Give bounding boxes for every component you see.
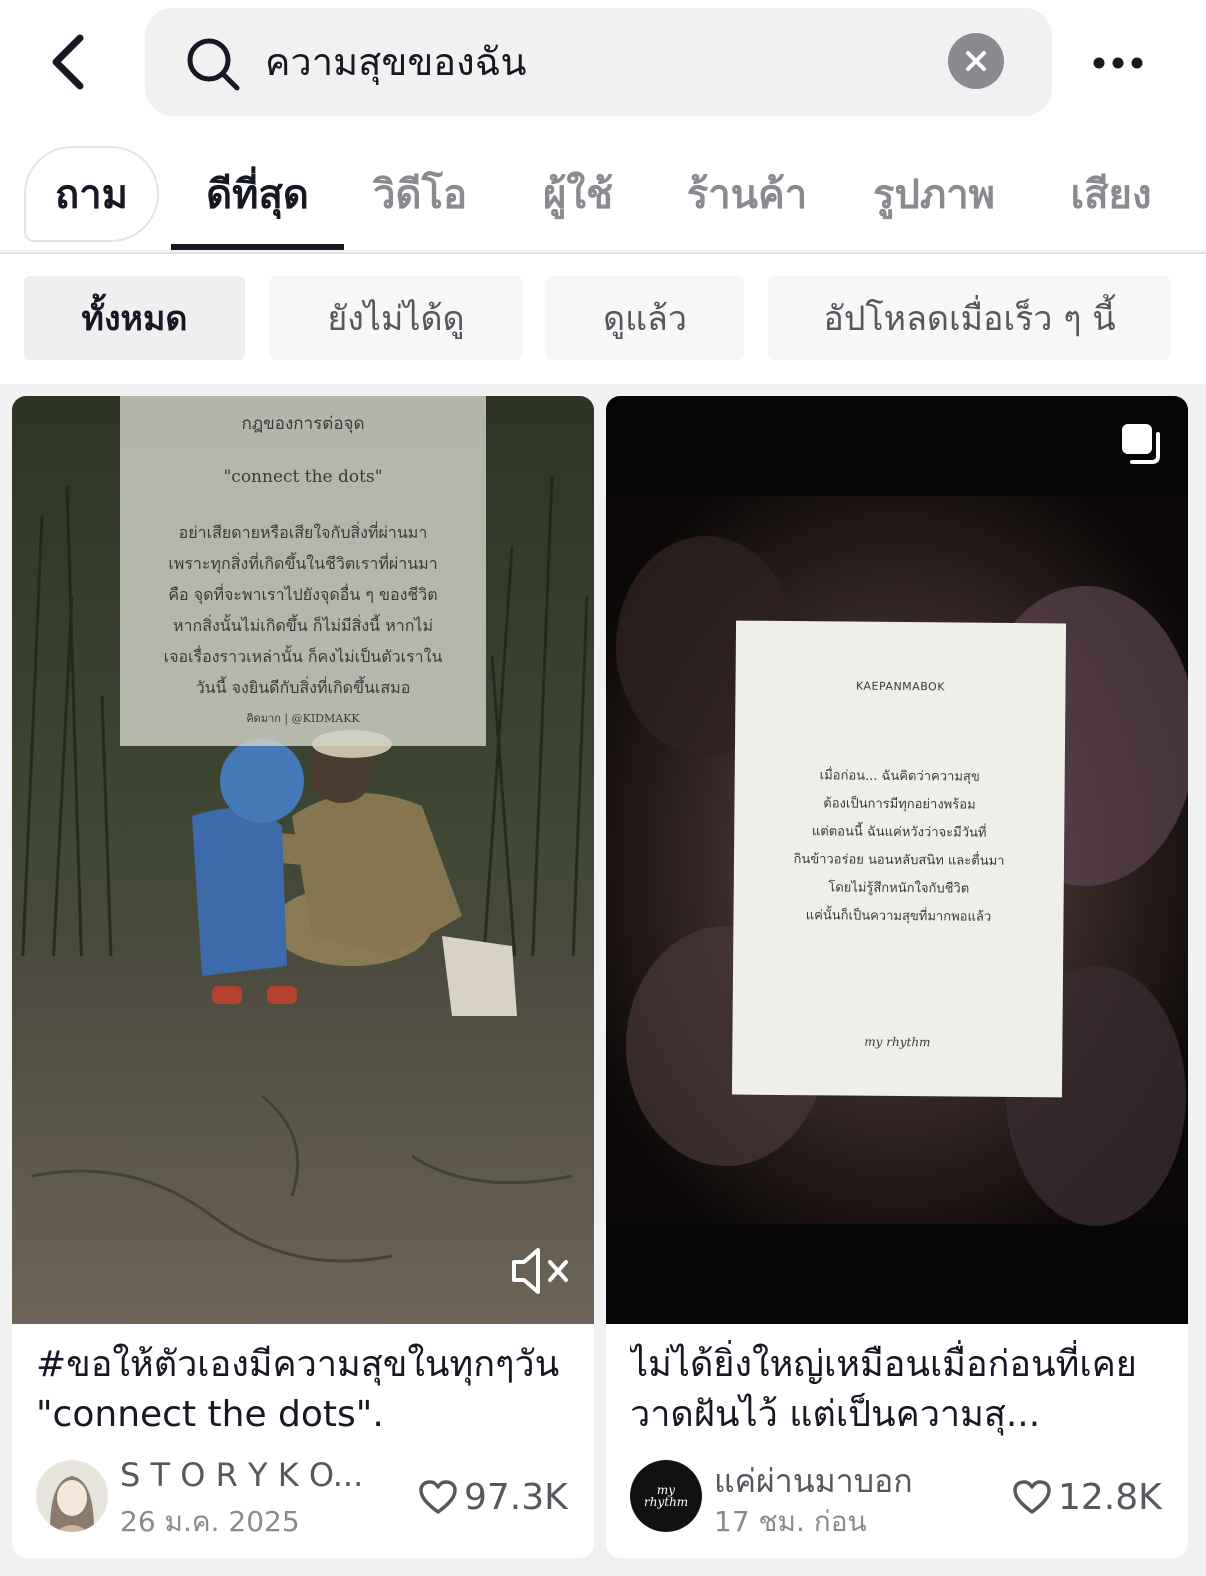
clear-search-button[interactable] <box>948 33 1004 89</box>
overlay-line: ต้องเป็นการมีทุกอย่างพร้อม <box>823 796 976 813</box>
overlay-heading: กฎของการต่อจุด <box>241 414 365 434</box>
overlay-credit: คิดมาก | @KIDMAKK <box>246 712 360 725</box>
photo-caption[interactable]: ไม่ได้ยิ่งใหญ่เหมือนเมื่อก่อนที่เคยวาดฝั… <box>630 1340 1170 1446</box>
like-count[interactable]: 97.3K <box>418 1474 568 1520</box>
tab-shop[interactable]: ร้านค้า <box>672 140 822 250</box>
filter-bar: ทั้งหมด ยังไม่ได้ดู ดูแล้ว อัปโหลดเมื่อเ… <box>0 254 1206 384</box>
overlay-line: โดยไม่รู้สึกหนักใจกับชีวิต <box>828 880 970 897</box>
photo-card[interactable]: KAEPANMABOK เมื่อก่อน... ฉันคิดว่าความสุ… <box>606 396 1188 1558</box>
video-caption[interactable]: #ขอให้ตัวเองมีความสุขในทุกๆวัน "connect … <box>36 1340 576 1446</box>
tab-ask[interactable]: ถาม <box>24 146 159 242</box>
photo-carousel-icon <box>1122 424 1160 464</box>
chevron-left-icon <box>52 34 84 90</box>
heart-icon <box>419 1480 457 1514</box>
search-input[interactable]: ความสุขของฉัน <box>265 34 527 90</box>
overlay-line: กินข้าวอร่อย นอนหลับสนิท และตื่นมา <box>793 852 1005 869</box>
overlay-line: คือ จุดที่จะพาเราไปยังจุดอื่น ๆ ของชีวิต <box>168 585 438 604</box>
tab-users[interactable]: ผู้ใช้ <box>526 140 630 250</box>
overlay-line: เพราะทุกสิ่งที่เกิดขึ้นในชีวิตเราที่ผ่าน… <box>168 554 438 573</box>
like-count[interactable]: 12.8K <box>1012 1474 1162 1520</box>
video-card[interactable]: กฎของการต่อจุด "connect the dots" อย่าเส… <box>12 396 594 1558</box>
back-button[interactable] <box>40 28 96 96</box>
filter-all[interactable]: ทั้งหมด <box>24 276 245 360</box>
video-thumbnail[interactable]: กฎของการต่อจุด "connect the dots" อย่าเส… <box>12 396 594 1324</box>
author-name[interactable]: แค่ผ่านมาบอก <box>714 1456 976 1498</box>
photo-thumbnail[interactable]: KAEPANMABOK เมื่อก่อน... ฉันคิดว่าความสุ… <box>606 396 1188 1324</box>
tab-sounds[interactable]: เสียง <box>1056 140 1166 250</box>
note-paper-overlay: KAEPANMABOK เมื่อก่อน... ฉันคิดว่าความสุ… <box>731 620 1067 1098</box>
more-options-button[interactable] <box>1088 38 1148 88</box>
tab-photos[interactable]: รูปภาพ <box>856 140 1012 250</box>
filter-recently-uploaded[interactable]: อัปโหลดเมื่อเร็ว ๆ นี้ <box>768 276 1171 360</box>
top-bar: ความสุขของฉัน ถาม ดีที่สุด วิดีโอ ผู้ใช้… <box>0 0 1206 254</box>
search-bar[interactable]: ความสุขของฉัน <box>145 8 1052 116</box>
avatar[interactable] <box>36 1460 108 1532</box>
overlay-subheading: "connect the dots" <box>223 467 383 487</box>
heart-icon <box>1013 1480 1051 1514</box>
like-count-value: 12.8K <box>1058 1476 1162 1518</box>
speaker-muted-icon <box>512 1248 568 1294</box>
overlay-line: เจอเรื่องราวเหล่านั้น ก็คงไม่เป็นตัวเราใ… <box>163 647 443 666</box>
avatar-logo-text: my rhythm <box>644 1483 689 1509</box>
overlay-signature: my rhythm <box>864 1034 931 1050</box>
author-name[interactable]: S T O R Y K O... <box>120 1456 382 1498</box>
overlay-line: เมื่อก่อน... ฉันคิดว่าความสุข <box>819 768 980 785</box>
search-icon <box>187 38 240 91</box>
like-count-value: 97.3K <box>464 1476 568 1518</box>
close-icon <box>966 51 986 71</box>
post-date: 17 ชม. ก่อน <box>714 1505 867 1538</box>
overlay-line: หากสิ่งนั้นไม่เกิดขึ้น ก็ไม่มีสิ่งนี้ หา… <box>172 616 433 635</box>
more-dots-icon <box>1093 57 1143 69</box>
filter-watched[interactable]: ดูแล้ว <box>546 276 744 360</box>
overlay-line: แค่นั้นก็เป็นความสุขที่มากพอแล้ว <box>805 908 992 925</box>
active-tab-indicator <box>171 244 344 250</box>
filter-unwatched[interactable]: ยังไม่ได้ดู <box>269 276 523 360</box>
mute-button[interactable] <box>510 1244 574 1298</box>
carousel-indicator <box>1118 420 1166 468</box>
overlay-line: แต่ตอนนี้ ฉันแค่หวังว่าจะมีวันที่ <box>811 824 987 841</box>
avatar-illustration-image <box>36 1460 108 1532</box>
overlay-line: อย่าเสียดายหรือเสียใจกับสิ่งที่ผ่านมา <box>178 523 428 542</box>
overlay-heading: KAEPANMABOK <box>855 679 946 694</box>
overlay-line: วันนี้ จงยินดีกับสิ่งที่เกิดขึ้นเสมอ <box>195 678 411 697</box>
search-tabs: ถาม ดีที่สุด วิดีโอ ผู้ใช้ ร้านค้า รูปภา… <box>0 140 1206 253</box>
tab-videos[interactable]: วิดีโอ <box>358 140 482 250</box>
quote-overlay: กฎของการต่อจุด "connect the dots" อย่าเส… <box>120 396 486 746</box>
tab-top[interactable]: ดีที่สุด <box>171 140 344 250</box>
avatar[interactable]: my rhythm <box>630 1460 702 1532</box>
post-date: 26 ม.ค. 2025 <box>120 1505 300 1538</box>
